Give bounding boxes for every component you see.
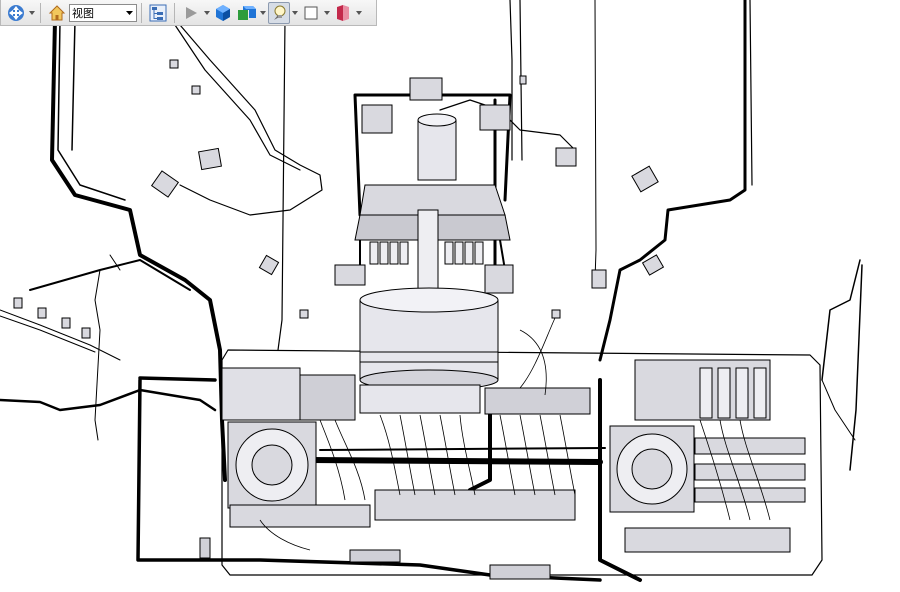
play-dropdown-arrow-icon[interactable] xyxy=(203,2,211,24)
box-outline-icon[interactable] xyxy=(300,2,322,24)
section-icon[interactable] xyxy=(332,2,354,24)
toolbar-divider xyxy=(174,2,175,23)
move-icon[interactable] xyxy=(5,2,27,24)
cad-model-render xyxy=(0,0,863,582)
box-dropdown-arrow-icon[interactable] xyxy=(323,2,331,24)
display-style-dropdown-arrow-icon[interactable] xyxy=(259,2,267,24)
shaded-cube-icon[interactable] xyxy=(212,2,234,24)
view-select-value: 视图 xyxy=(72,6,94,20)
move-dropdown-arrow-icon[interactable] xyxy=(28,2,36,24)
play-icon[interactable] xyxy=(180,2,202,24)
view-tree-icon[interactable] xyxy=(147,2,169,24)
toolbar-divider xyxy=(141,2,142,23)
viewer-toolbar: 视图 xyxy=(0,0,377,26)
chevron-down-icon xyxy=(126,10,133,15)
light-dropdown-arrow-icon[interactable] xyxy=(291,2,299,24)
home-icon[interactable] xyxy=(46,2,68,24)
cad-viewport[interactable] xyxy=(0,0,900,588)
view-select[interactable]: 视图 xyxy=(69,3,137,22)
display-style-icon[interactable] xyxy=(236,2,258,24)
section-dropdown-arrow-icon[interactable] xyxy=(355,2,363,24)
light-bulb-icon[interactable] xyxy=(268,1,290,24)
toolbar-divider xyxy=(40,2,41,23)
